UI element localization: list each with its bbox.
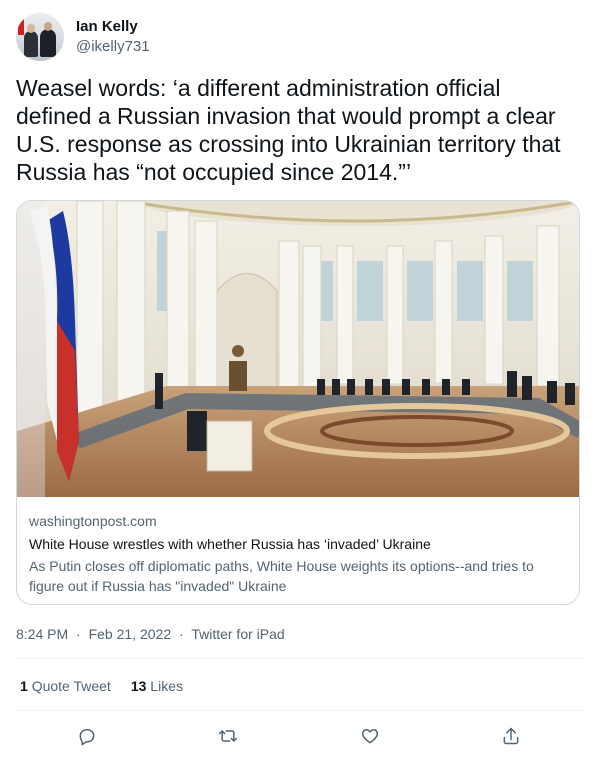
like-icon bbox=[361, 729, 378, 744]
user-handle[interactable]: @ikelly731 bbox=[76, 37, 150, 57]
share-icon bbox=[503, 727, 519, 745]
separator-dot: · bbox=[179, 626, 184, 642]
retweet-icon bbox=[219, 730, 238, 742]
like-label: Likes bbox=[150, 678, 183, 694]
share-button[interactable] bbox=[493, 722, 529, 750]
like-count: 13 bbox=[130, 678, 147, 694]
tweet-header: Ian Kelly @ikelly731 bbox=[16, 12, 150, 62]
tweet-source[interactable]: Twitter for iPad bbox=[191, 626, 284, 642]
retweet-button[interactable] bbox=[210, 722, 246, 750]
card-image[interactable] bbox=[17, 201, 579, 497]
separator-dot: · bbox=[76, 626, 81, 642]
quote-count: 1 bbox=[20, 678, 28, 694]
author-names: Ian Kelly @ikelly731 bbox=[76, 17, 150, 57]
tweet-date[interactable]: Feb 21, 2022 bbox=[89, 626, 172, 642]
display-name[interactable]: Ian Kelly bbox=[76, 17, 150, 37]
tweet-time[interactable]: 8:24 PM bbox=[16, 626, 68, 642]
quote-tweet-stat[interactable]: 1 Quote Tweet bbox=[20, 676, 111, 696]
reply-button[interactable] bbox=[69, 722, 105, 750]
tweet-timestamp: 8:24 PM · Feb 21, 2022 · Twitter for iPa… bbox=[16, 624, 285, 644]
tweet-text: Weasel words: ‘a different administratio… bbox=[16, 75, 561, 185]
card-meta: washingtonpost.com White House wrestles … bbox=[29, 511, 567, 596]
card-title[interactable]: White House wrestles with whether Russia… bbox=[29, 533, 567, 555]
tweet-stats: 1 Quote Tweet 13 Likes bbox=[20, 676, 203, 696]
quote-label: Quote Tweet bbox=[31, 678, 111, 694]
reply-icon bbox=[79, 729, 95, 746]
link-card[interactable]: washingtonpost.com White House wrestles … bbox=[16, 200, 580, 605]
divider bbox=[16, 710, 582, 711]
avatar[interactable] bbox=[16, 13, 64, 61]
likes-stat[interactable]: 13 Likes bbox=[131, 676, 183, 696]
card-domain: washingtonpost.com bbox=[29, 513, 157, 529]
like-button[interactable] bbox=[352, 722, 388, 750]
card-description: As Putin closes off diplomatic paths, Wh… bbox=[29, 558, 534, 594]
action-bar bbox=[16, 722, 582, 750]
divider bbox=[16, 658, 582, 659]
